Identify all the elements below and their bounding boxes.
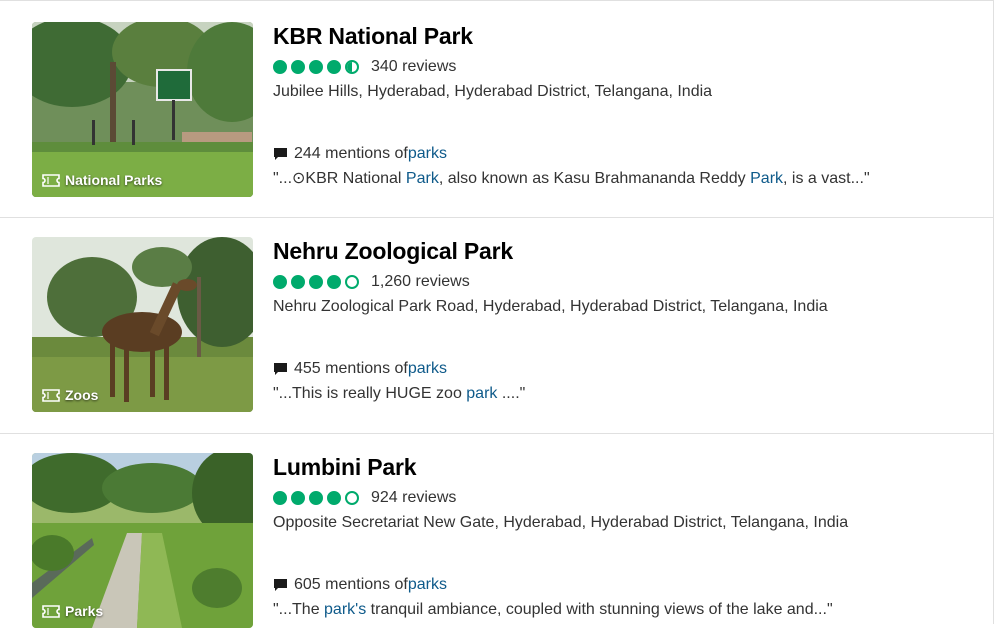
quote-highlight: park — [466, 385, 498, 402]
rating-bubble — [309, 275, 323, 289]
category-badge: Parks — [42, 603, 103, 619]
result-title[interactable]: KBR National Park — [273, 22, 973, 51]
mentions-text: 244 mentions of — [294, 145, 408, 162]
rating-row: 1,260 reviews — [273, 272, 973, 292]
results-list: National Parks KBR National Park 340 rev… — [0, 0, 996, 628]
park-photo-image — [32, 453, 253, 628]
review-count[interactable]: 340 reviews — [371, 58, 456, 76]
zoo-photo-image — [32, 237, 253, 412]
rating-bubble — [327, 60, 341, 74]
result-photo[interactable]: National Parks — [32, 22, 253, 197]
review-quote[interactable]: "...This is really HUGE zoo park ...." — [273, 384, 973, 404]
quote-text: "...⊙KBR National — [273, 170, 406, 187]
quote-text: ...." — [497, 385, 526, 402]
mentions-link[interactable]: parks — [408, 575, 447, 595]
rating-bubble — [273, 60, 287, 74]
quote-highlight: Park — [405, 170, 439, 187]
ticket-icon — [42, 173, 60, 187]
rating-bubble — [345, 275, 359, 289]
mentions-link[interactable]: parks — [408, 144, 447, 164]
result-info: KBR National Park 340 reviews Jubilee Hi… — [273, 22, 973, 189]
rating-bubble — [291, 60, 305, 74]
comment-icon — [274, 363, 287, 375]
quote-highlight: Park — [750, 170, 784, 187]
quote-text: , also known as Kasu Brahmananda Reddy — [438, 170, 751, 187]
address: Jubilee Hills, Hyderabad, Hyderabad Dist… — [273, 83, 713, 100]
mentions-text: 455 mentions of — [294, 360, 408, 377]
quote-text: tranquil ambiance, coupled with stunning… — [366, 601, 833, 618]
category-label: Parks — [65, 603, 104, 619]
rating-bubbles — [273, 491, 363, 505]
rating-bubble — [327, 491, 341, 505]
comment-icon — [274, 579, 287, 591]
review-count[interactable]: 1,260 reviews — [371, 273, 470, 291]
mentions-text: 605 mentions of — [294, 576, 408, 593]
rating-row: 924 reviews — [273, 488, 973, 508]
result-info: Nehru Zoological Park 1,260 reviews Nehr… — [273, 237, 973, 404]
quote-text: "...This is really HUGE zoo — [273, 385, 467, 402]
mentions-row: 605 mentions of parks — [273, 575, 973, 595]
mentions-link[interactable]: parks — [408, 359, 447, 379]
category-badge: National Parks — [42, 172, 162, 188]
quote-highlight: park's — [324, 601, 367, 618]
rating-bubble — [309, 60, 323, 74]
rating-bubble — [273, 491, 287, 505]
result-card: National Parks KBR National Park 340 rev… — [0, 0, 994, 218]
rating-bubble — [291, 491, 305, 505]
ticket-icon — [42, 388, 60, 402]
address: Nehru Zoological Park Road, Hyderabad, H… — [273, 298, 828, 315]
rating-bubbles — [273, 60, 363, 74]
result-title[interactable]: Lumbini Park — [273, 453, 973, 482]
mentions-row: 455 mentions of parks — [273, 359, 973, 379]
rating-bubble — [291, 275, 305, 289]
category-badge: Zoos — [42, 387, 98, 403]
rating-bubble — [327, 275, 341, 289]
rating-bubble — [273, 275, 287, 289]
rating-bubbles — [273, 275, 363, 289]
result-card: Parks Lumbini Park 924 reviews Opposite … — [0, 434, 994, 628]
quote-text: , is a vast..." — [783, 170, 870, 187]
category-label: National Parks — [65, 172, 163, 188]
review-quote[interactable]: "...The park's tranquil ambiance, couple… — [273, 600, 973, 620]
ticket-icon — [42, 604, 60, 618]
mentions-row: 244 mentions of parks — [273, 144, 973, 164]
quote-text: "...The — [273, 601, 325, 618]
review-count[interactable]: 924 reviews — [371, 489, 456, 507]
result-photo[interactable]: Parks — [32, 453, 253, 628]
result-card: Zoos Nehru Zoological Park 1,260 reviews… — [0, 218, 994, 434]
result-title[interactable]: Nehru Zoological Park — [273, 237, 973, 266]
rating-row: 340 reviews — [273, 57, 973, 77]
comment-icon — [274, 148, 287, 160]
park-photo-image — [32, 22, 253, 197]
rating-bubble — [345, 60, 359, 74]
address: Opposite Secretariat New Gate, Hyderabad… — [273, 514, 849, 531]
rating-bubble — [345, 491, 359, 505]
result-photo[interactable]: Zoos — [32, 237, 253, 412]
result-info: Lumbini Park 924 reviews Opposite Secret… — [273, 453, 973, 620]
review-quote[interactable]: "...⊙KBR National Park, also known as Ka… — [273, 169, 973, 189]
rating-bubble — [309, 491, 323, 505]
category-label: Zoos — [65, 387, 99, 403]
